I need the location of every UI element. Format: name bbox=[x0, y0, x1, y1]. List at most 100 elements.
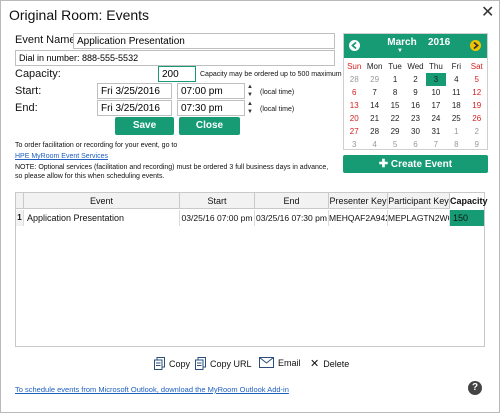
column-header-end[interactable]: End bbox=[255, 193, 329, 209]
delete-action[interactable]: ✕ Delete bbox=[310, 357, 349, 370]
up-arrow-icon[interactable]: ▲ bbox=[246, 83, 254, 91]
calendar-day[interactable]: 19 bbox=[467, 99, 487, 112]
row-number-header bbox=[16, 193, 24, 209]
email-label: Email bbox=[278, 357, 301, 368]
close-button[interactable]: Close bbox=[179, 117, 240, 135]
start-time-stepper[interactable]: ▲ ▼ bbox=[246, 83, 254, 99]
calendar-day[interactable]: 13 bbox=[344, 99, 364, 112]
down-arrow-icon[interactable]: ▼ bbox=[246, 108, 254, 116]
end-date-input[interactable]: Fri 3/25/2016 bbox=[97, 100, 172, 116]
column-header-start[interactable]: Start bbox=[180, 193, 255, 209]
close-icon[interactable]: ✕ bbox=[481, 5, 494, 21]
calendar-day[interactable]: 29 bbox=[364, 73, 384, 86]
cell-participant-key[interactable]: MEPLAGTN2WC bbox=[388, 210, 450, 226]
calendar-day[interactable]: 14 bbox=[364, 99, 384, 112]
start-date-input[interactable]: Fri 3/25/2016 bbox=[97, 83, 172, 99]
calendar-day[interactable]: 9 bbox=[467, 138, 487, 151]
calendar-day[interactable]: 4 bbox=[446, 73, 466, 86]
calendar-day[interactable]: 2 bbox=[405, 73, 425, 86]
calendar-day[interactable]: 3 bbox=[344, 138, 364, 151]
calendar-year[interactable]: 2016 bbox=[428, 37, 450, 49]
calendar-day[interactable]: 7 bbox=[426, 138, 446, 151]
end-local-time: (local time) bbox=[260, 106, 295, 113]
end-time-input[interactable]: 07:30 pm bbox=[177, 100, 245, 116]
calendar-day-headers: Sun Mon Tue Wed Thu Fri Sat bbox=[344, 60, 487, 73]
copy-url-action[interactable]: Copy URL bbox=[195, 357, 252, 370]
calendar-day[interactable]: 5 bbox=[467, 73, 487, 86]
calendar-day[interactable]: 20 bbox=[344, 112, 364, 125]
cell-event[interactable]: Application Presentation bbox=[24, 210, 180, 226]
calendar-day[interactable]: 6 bbox=[405, 138, 425, 151]
table-header: Event Start End Presenter Key Participan… bbox=[16, 193, 488, 209]
cell-presenter-key[interactable]: MEHQAF2A942 bbox=[329, 210, 388, 226]
calendar-day[interactable]: 8 bbox=[385, 86, 405, 99]
day-header: Sun bbox=[347, 62, 362, 71]
capacity-label: Capacity: bbox=[15, 68, 61, 80]
calendar-day[interactable]: 28 bbox=[364, 125, 384, 138]
calendar-day[interactable]: 22 bbox=[385, 112, 405, 125]
save-button[interactable]: Save bbox=[115, 117, 174, 135]
outlook-addin-link[interactable]: To schedule events from Microsoft Outloo… bbox=[15, 385, 289, 394]
delete-label: Delete bbox=[323, 358, 350, 369]
column-header-event[interactable]: Event bbox=[24, 193, 180, 209]
end-time-stepper[interactable]: ▲ ▼ bbox=[246, 100, 254, 116]
copy-icon bbox=[154, 357, 165, 370]
calendar-day[interactable]: 29 bbox=[385, 125, 405, 138]
column-header-participant-key[interactable]: Participant Key bbox=[388, 193, 450, 209]
calendar-day[interactable]: 31 bbox=[426, 125, 446, 138]
start-time-input[interactable]: 07:00 pm bbox=[177, 83, 245, 99]
event-services-link[interactable]: HPE MyRoom Event Services bbox=[15, 152, 108, 161]
calendar-day[interactable]: 11 bbox=[446, 86, 466, 99]
calendar-day[interactable]: 1 bbox=[446, 125, 466, 138]
calendar-day[interactable]: 23 bbox=[405, 112, 425, 125]
calendar-day[interactable]: 2 bbox=[467, 125, 487, 138]
day-header: Wed bbox=[407, 62, 424, 71]
calendar-day[interactable]: 4 bbox=[364, 138, 384, 151]
calendar-day[interactable]: 8 bbox=[446, 138, 466, 151]
calendar-day[interactable]: 5 bbox=[385, 138, 405, 151]
cell-end[interactable]: 03/25/16 07:30 pm bbox=[255, 210, 329, 226]
cell-start[interactable]: 03/25/16 07:00 pm bbox=[180, 210, 255, 226]
calendar-week: 3456789 bbox=[344, 138, 487, 151]
down-arrow-icon[interactable]: ▼ bbox=[246, 91, 254, 99]
calendar-day[interactable]: 21 bbox=[364, 112, 384, 125]
next-month-icon[interactable] bbox=[470, 40, 481, 51]
email-action[interactable]: Email bbox=[259, 357, 301, 368]
calendar-day[interactable]: 15 bbox=[385, 99, 405, 112]
day-header: Sat bbox=[470, 62, 483, 71]
column-header-presenter-key[interactable]: Presenter Key bbox=[329, 193, 388, 209]
column-header-capacity[interactable]: Capacity bbox=[450, 193, 488, 209]
events-dialog: Original Room: Events ✕ Event Name: Appl… bbox=[0, 0, 500, 413]
prev-month-icon[interactable] bbox=[349, 40, 360, 51]
create-event-label: Create Event bbox=[390, 159, 453, 170]
copy-label: Copy bbox=[169, 358, 191, 369]
calendar-day[interactable]: 12 bbox=[467, 86, 487, 99]
calendar-day[interactable]: 27 bbox=[344, 125, 364, 138]
calendar-week: 27 28 29 30 31 1 2 bbox=[344, 125, 487, 138]
calendar-day[interactable]: 7 bbox=[364, 86, 384, 99]
calendar-day[interactable]: 6 bbox=[344, 86, 364, 99]
calendar-day[interactable]: 3 bbox=[425, 73, 447, 86]
calendar-day[interactable]: 26 bbox=[467, 112, 487, 125]
calendar-day[interactable]: 18 bbox=[446, 99, 466, 112]
help-icon[interactable]: ? bbox=[468, 381, 482, 395]
cell-capacity[interactable]: 150 bbox=[450, 210, 484, 226]
calendar-day[interactable]: 28 bbox=[344, 73, 364, 86]
create-event-button[interactable]: ✚ Create Event bbox=[343, 155, 488, 173]
event-name-input[interactable]: Application Presentation bbox=[73, 33, 335, 49]
calendar-day[interactable]: 30 bbox=[405, 125, 425, 138]
month-dropdown-icon[interactable]: ▼ bbox=[397, 48, 403, 54]
row-number: 1 bbox=[16, 210, 24, 226]
calendar-day[interactable]: 24 bbox=[426, 112, 446, 125]
calendar-week: 6 7 8 9 10 11 12 bbox=[344, 86, 487, 99]
order-services-text: To order facilitation or recording for y… bbox=[15, 142, 178, 149]
calendar-day[interactable]: 9 bbox=[405, 86, 425, 99]
up-arrow-icon[interactable]: ▲ bbox=[246, 100, 254, 108]
calendar-day[interactable]: 1 bbox=[385, 73, 405, 86]
calendar-day[interactable]: 17 bbox=[426, 99, 446, 112]
calendar-day[interactable]: 16 bbox=[405, 99, 425, 112]
copy-action[interactable]: Copy bbox=[154, 357, 190, 370]
calendar-day[interactable]: 10 bbox=[426, 86, 446, 99]
calendar-day[interactable]: 25 bbox=[446, 112, 466, 125]
capacity-input[interactable]: 200 bbox=[158, 66, 196, 82]
